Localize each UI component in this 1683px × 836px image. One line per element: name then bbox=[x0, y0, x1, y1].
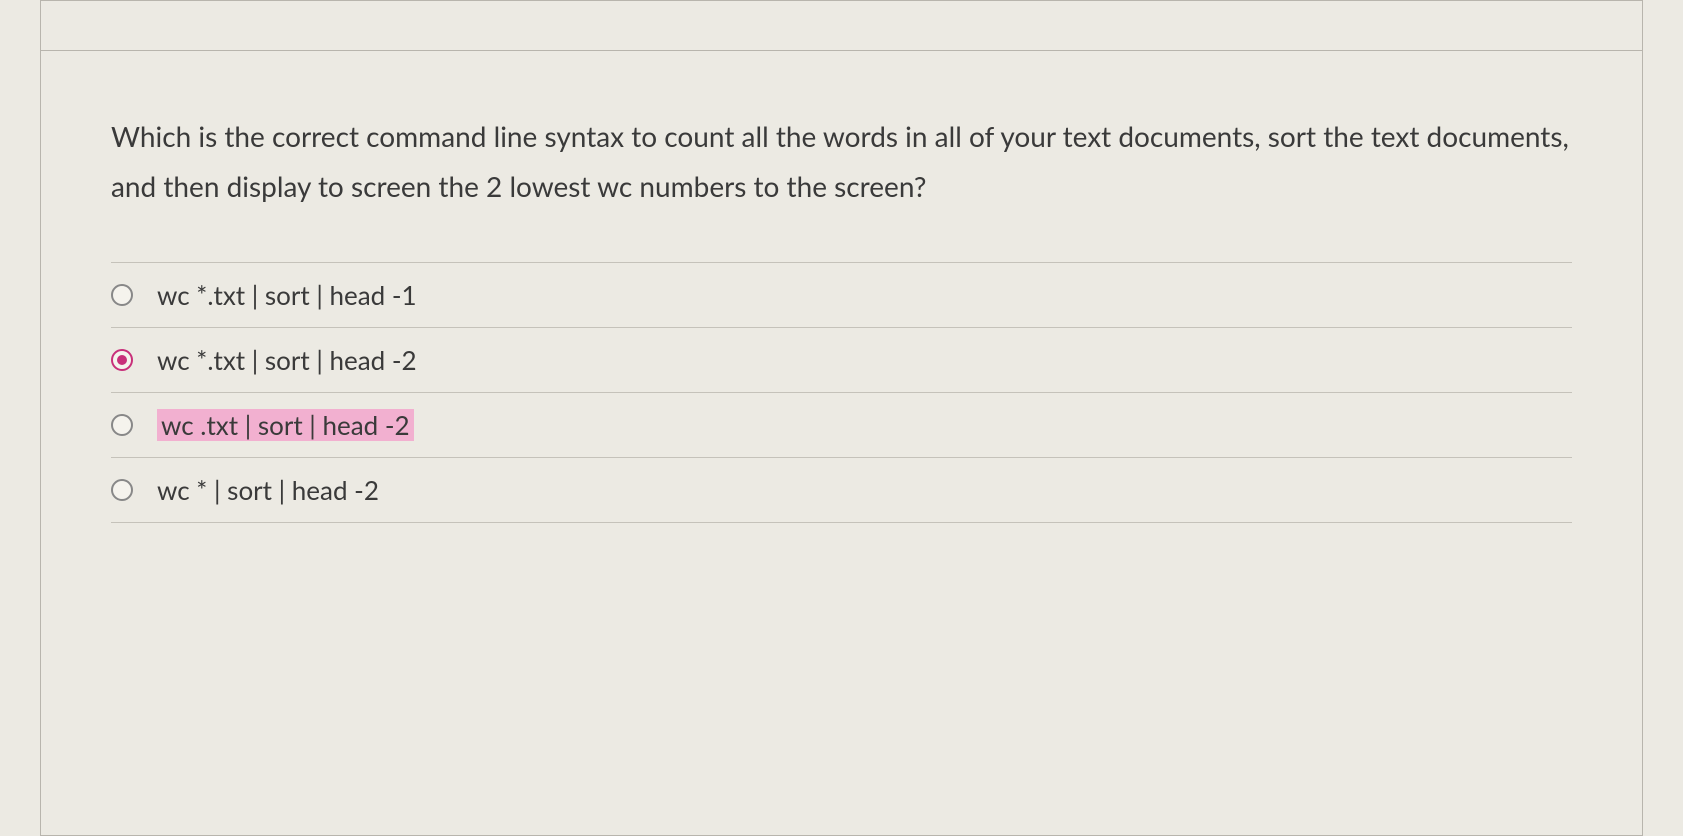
radio-icon[interactable] bbox=[111, 284, 133, 306]
option-row-3[interactable]: wc .txt | sort | head -2 bbox=[111, 392, 1572, 457]
option-label: wc *.txt | sort | head -2 bbox=[157, 344, 417, 376]
radio-icon[interactable] bbox=[111, 414, 133, 436]
option-label: wc *.txt | sort | head -1 bbox=[157, 279, 417, 311]
radio-icon-selected[interactable] bbox=[111, 349, 133, 371]
quiz-container: Which is the correct command line syntax… bbox=[40, 0, 1643, 836]
option-label-highlighted: wc .txt | sort | head -2 bbox=[157, 409, 414, 441]
question-text: Which is the correct command line syntax… bbox=[111, 111, 1572, 212]
option-row-2[interactable]: wc *.txt | sort | head -2 bbox=[111, 327, 1572, 392]
top-section bbox=[41, 1, 1642, 51]
question-section: Which is the correct command line syntax… bbox=[41, 51, 1642, 563]
option-label: wc * | sort | head -2 bbox=[157, 474, 379, 506]
option-row-4[interactable]: wc * | sort | head -2 bbox=[111, 457, 1572, 523]
radio-icon[interactable] bbox=[111, 479, 133, 501]
options-container: wc *.txt | sort | head -1 wc *.txt | sor… bbox=[111, 262, 1572, 523]
option-row-1[interactable]: wc *.txt | sort | head -1 bbox=[111, 262, 1572, 327]
